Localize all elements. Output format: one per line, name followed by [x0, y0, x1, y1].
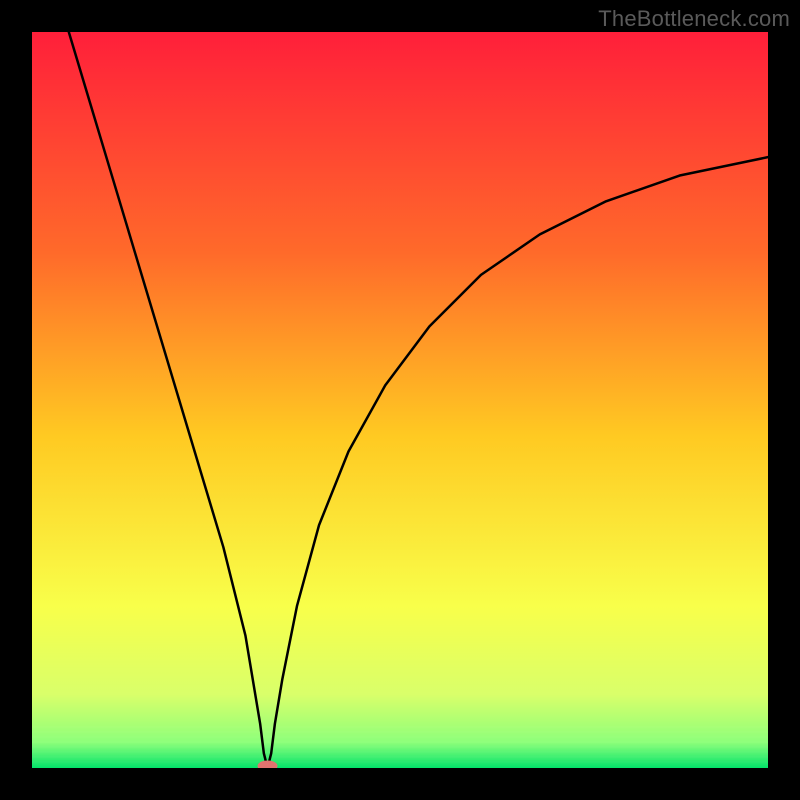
chart-frame: TheBottleneck.com	[0, 0, 800, 800]
gradient-background	[32, 32, 768, 768]
chart-svg	[32, 32, 768, 768]
watermark-text: TheBottleneck.com	[598, 6, 790, 32]
plot-area	[32, 32, 768, 768]
